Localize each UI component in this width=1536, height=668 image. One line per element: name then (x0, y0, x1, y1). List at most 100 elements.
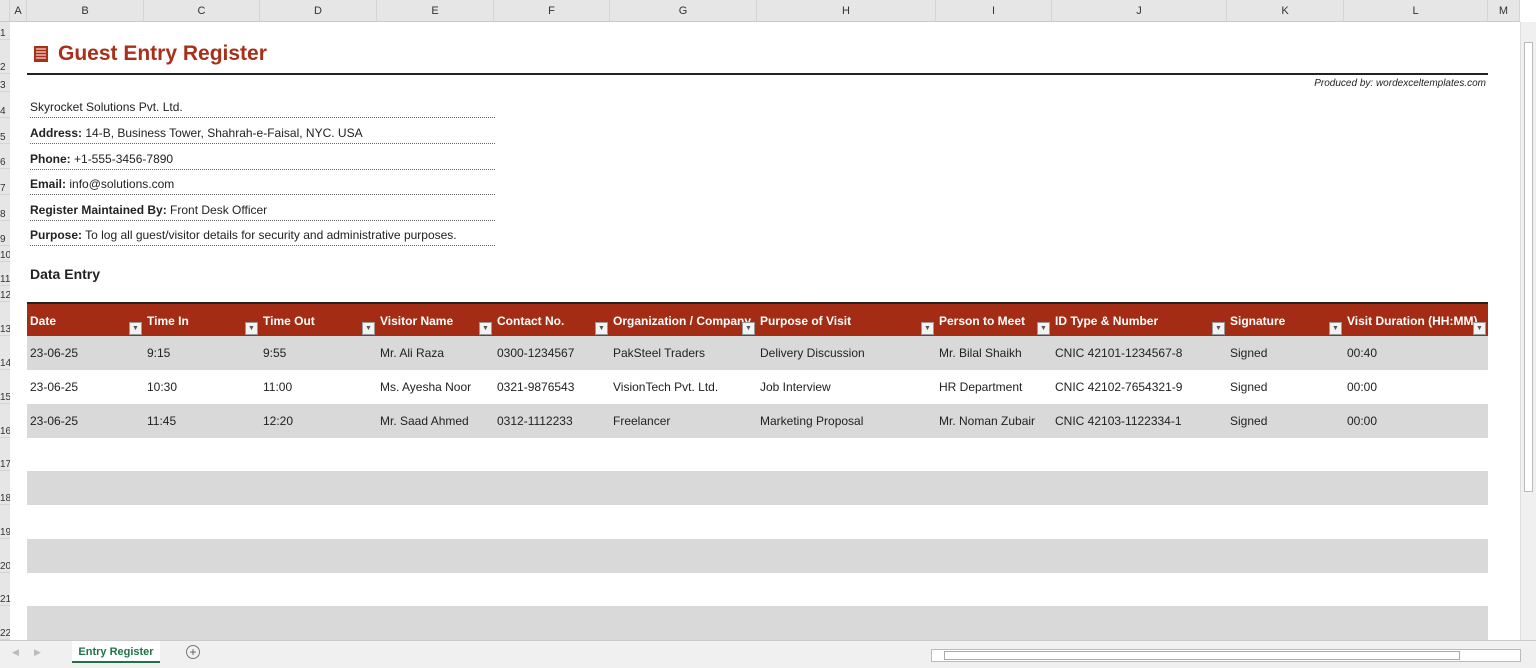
row-header[interactable]: 7 (0, 169, 10, 195)
row-header[interactable]: 12 (0, 286, 10, 302)
row-header[interactable]: 22 (0, 606, 10, 640)
column-header[interactable]: H (757, 0, 936, 22)
table-cell[interactable]: HR Department (936, 370, 1022, 404)
row-header[interactable]: 21 (0, 573, 10, 606)
column-header[interactable]: K (1227, 0, 1344, 22)
table-cell[interactable]: 11:00 (260, 370, 292, 404)
scroll-right-icon[interactable]: ▶ (34, 647, 41, 658)
sheet-tab-entry-register[interactable]: Entry Register (72, 641, 160, 663)
table-cell[interactable]: Signed (1227, 336, 1267, 370)
table-cell[interactable]: CNIC 42101-1234567-8 (1052, 336, 1182, 370)
info-field[interactable]: Purpose: To log all guest/visitor detail… (30, 220, 495, 247)
row-header[interactable]: 9 (0, 221, 10, 246)
column-header[interactable]: B (27, 0, 144, 22)
filter-dropdown-icon[interactable]: ▼ (921, 322, 934, 335)
row-header[interactable]: 15 (0, 370, 10, 404)
row-header[interactable]: 6 (0, 144, 10, 169)
table-cell[interactable]: 11:45 (144, 404, 176, 438)
table-cell[interactable]: CNIC 42103-1122334-1 (1052, 404, 1182, 438)
row-header[interactable]: 11 (0, 262, 10, 286)
table-cell[interactable]: Job Interview (757, 370, 831, 404)
table-cell[interactable]: 9:55 (260, 336, 286, 370)
column-header[interactable]: I (936, 0, 1052, 22)
column-header[interactable]: C (144, 0, 260, 22)
column-header[interactable]: M (1488, 0, 1520, 22)
table-row (27, 606, 1488, 640)
row-header[interactable]: 20 (0, 539, 10, 573)
row-header[interactable]: 17 (0, 438, 10, 471)
info-field[interactable]: Address: 14-B, Business Tower, Shahrah-e… (30, 118, 495, 144)
table-cell[interactable]: 00:00 (1344, 370, 1377, 404)
table-cell[interactable]: Signed (1227, 370, 1267, 404)
column-heading: Signature ▼ (1227, 304, 1344, 336)
row-header[interactable]: 10 (0, 246, 10, 262)
column-header[interactable]: L (1344, 0, 1488, 22)
filter-dropdown-icon[interactable]: ▼ (742, 322, 755, 335)
table-cell[interactable]: PakSteel Traders (610, 336, 705, 370)
table-cell[interactable]: Mr. Saad Ahmed (377, 404, 469, 438)
row-header[interactable]: 19 (0, 505, 10, 539)
filter-dropdown-icon[interactable]: ▼ (1473, 322, 1486, 335)
filter-dropdown-icon[interactable]: ▼ (1212, 322, 1225, 335)
info-field[interactable]: Phone: +1-555-3456-7890 (30, 144, 495, 170)
table-cell[interactable]: 10:30 (144, 370, 177, 404)
table-cell[interactable]: 9:15 (144, 336, 170, 370)
column-header[interactable]: D (260, 0, 377, 22)
heading-text: Signature (1230, 314, 1286, 328)
table-cell[interactable]: VisionTech Pvt. Ltd. (610, 370, 718, 404)
filter-dropdown-icon[interactable]: ▼ (595, 322, 608, 335)
table-cell[interactable]: Mr. Ali Raza (377, 336, 444, 370)
column-header[interactable]: J (1052, 0, 1227, 22)
column-header[interactable]: E (377, 0, 494, 22)
table-cell[interactable]: 0321-9876543 (494, 370, 574, 404)
table-cell[interactable]: 0300-1234567 (494, 336, 574, 370)
info-value: Front Desk Officer (166, 202, 268, 217)
row-header[interactable]: 2 (0, 40, 10, 74)
filter-dropdown-icon[interactable]: ▼ (245, 322, 258, 335)
info-field[interactable]: Register Maintained By: Front Desk Offic… (30, 195, 495, 221)
table-cell[interactable]: 23-06-25 (27, 370, 78, 404)
table-cell[interactable]: Ms. Ayesha Noor (377, 370, 471, 404)
row-header[interactable]: 1 (0, 22, 10, 40)
row-header[interactable]: 18 (0, 471, 10, 505)
filter-dropdown-icon[interactable]: ▼ (1037, 322, 1050, 335)
table-cell[interactable]: Freelancer (610, 404, 670, 438)
table-cell[interactable]: 12:20 (260, 404, 293, 438)
column-header[interactable]: A (10, 0, 27, 22)
row-header[interactable]: 5 (0, 118, 10, 144)
table-cell[interactable]: CNIC 42102-7654321-9 (1052, 370, 1182, 404)
heading-text: Time In (147, 314, 189, 328)
table-cell[interactable]: 23-06-25 (27, 404, 78, 438)
table-cell[interactable]: Mr. Bilal Shaikh (936, 336, 1022, 370)
row-header[interactable]: 16 (0, 404, 10, 438)
table-cell[interactable]: 00:00 (1344, 404, 1377, 438)
filter-dropdown-icon[interactable]: ▼ (362, 322, 375, 335)
row-header[interactable]: 8 (0, 195, 10, 221)
info-field[interactable]: Email: info@solutions.com (30, 169, 495, 196)
table-cell[interactable]: Signed (1227, 404, 1267, 438)
column-heading: Person to Meet ▼ (936, 304, 1052, 336)
row-header[interactable]: 14 (0, 336, 10, 370)
vertical-scrollbar[interactable] (1520, 22, 1536, 640)
table-cell[interactable]: 00:40 (1344, 336, 1377, 370)
scroll-left-icon[interactable]: ◀ (12, 647, 19, 658)
table-cell[interactable]: Marketing Proposal (757, 404, 863, 438)
horizontal-scrollbar[interactable] (931, 649, 1521, 662)
filter-dropdown-icon[interactable]: ▼ (1329, 322, 1342, 335)
table-cell[interactable]: 23-06-25 (27, 336, 78, 370)
column-heading: Visitor Name ▼ (377, 304, 494, 336)
table-cell[interactable]: Delivery Discussion (757, 336, 865, 370)
add-sheet-icon[interactable]: + (186, 645, 200, 659)
filter-dropdown-icon[interactable]: ▼ (129, 322, 142, 335)
select-all-corner[interactable] (0, 0, 10, 22)
column-header[interactable]: F (494, 0, 610, 22)
row-header[interactable]: 13 (0, 302, 10, 336)
row-header[interactable]: 3 (0, 74, 10, 92)
table-cell[interactable]: 0312-1112233 (494, 404, 573, 438)
filter-dropdown-icon[interactable]: ▼ (479, 322, 492, 335)
column-header[interactable]: G (610, 0, 757, 22)
table-cell[interactable]: Mr. Noman Zubair (936, 404, 1035, 438)
column-heading: Time In ▼ (144, 304, 260, 336)
company-name[interactable]: Skyrocket Solutions Pvt. Ltd. (30, 92, 495, 118)
row-header[interactable]: 4 (0, 92, 10, 118)
